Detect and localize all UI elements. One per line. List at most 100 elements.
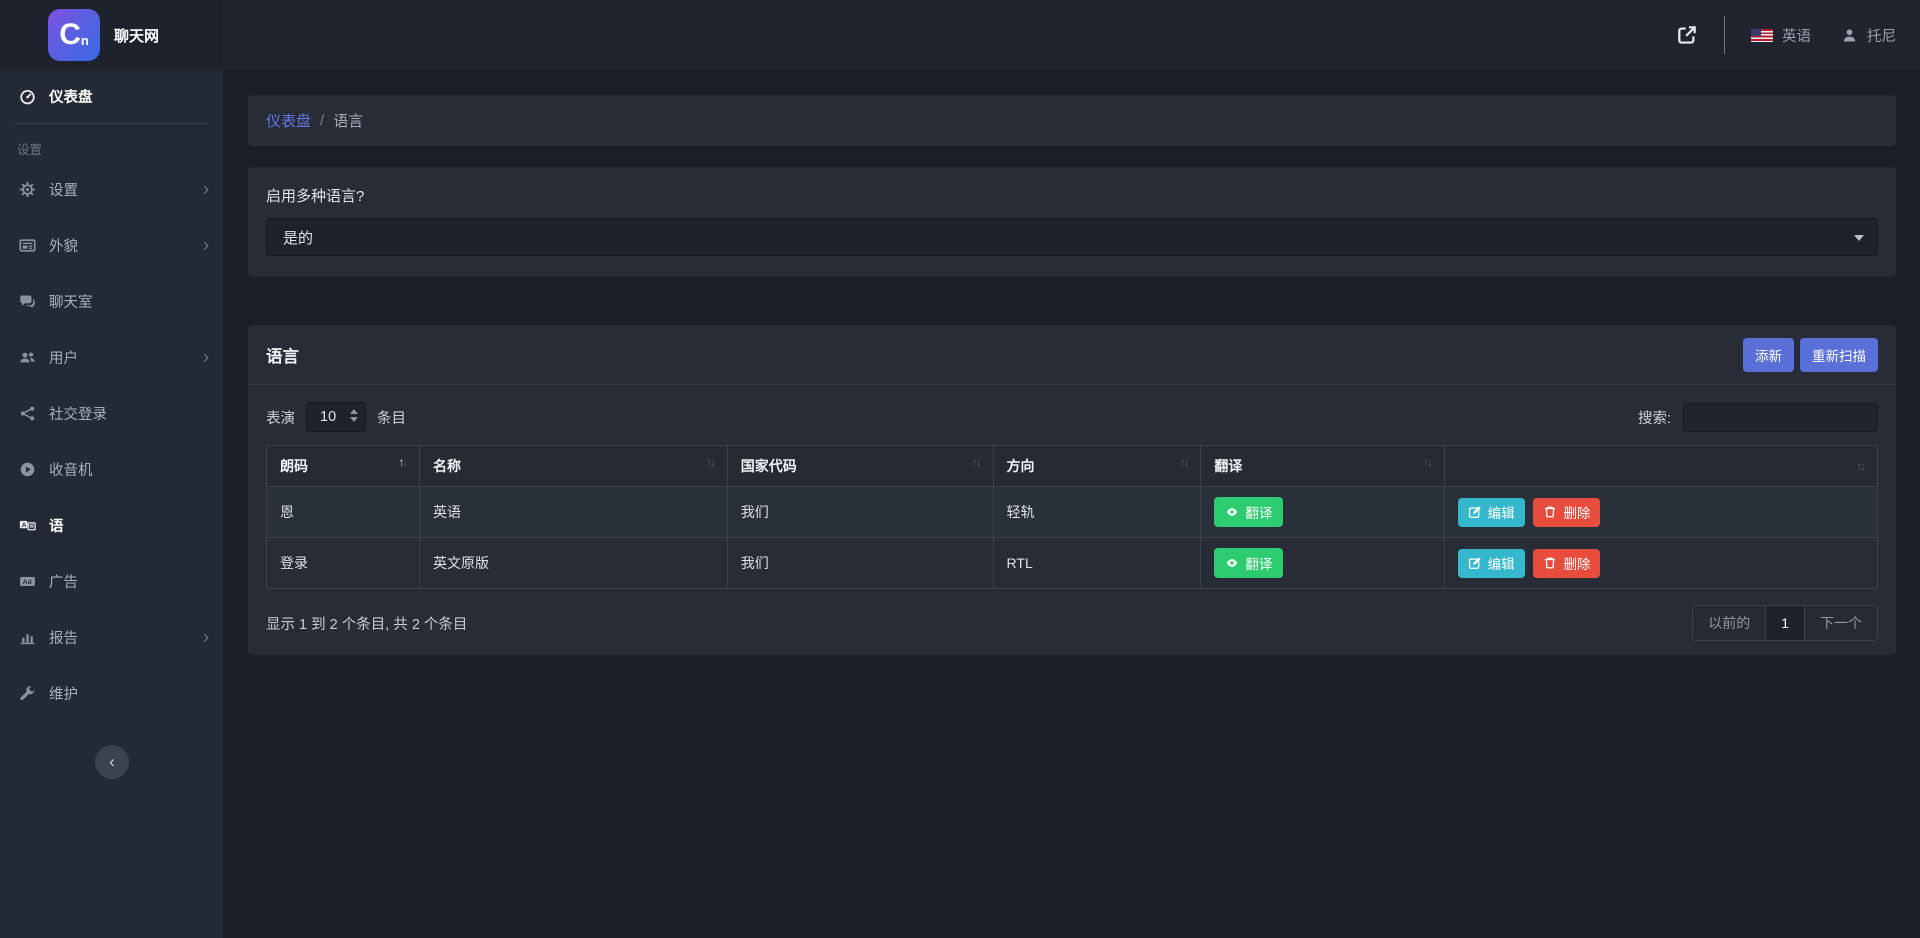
sidebar: Cn 聊天网 仪表盘 设置 设置 › 外貌 › xyxy=(0,0,223,938)
breadcrumb: 仪表盘 / 语言 xyxy=(248,95,1896,146)
breadcrumb-home-link[interactable]: 仪表盘 xyxy=(266,110,311,131)
pagination: 以前的 1 下一个 xyxy=(1692,605,1878,641)
topbar: 英语 托尼 xyxy=(223,0,1920,70)
chevron-right-icon: › xyxy=(203,348,209,366)
gear-icon xyxy=(19,181,36,198)
user-menu-label: 托尼 xyxy=(1867,25,1896,46)
sidebar-item-settings[interactable]: 设置 › xyxy=(0,161,223,217)
table-row: 登录 英文原版 我们 RTL 翻译 编辑 删除 xyxy=(267,538,1878,589)
pagination-next[interactable]: 下一个 xyxy=(1804,606,1877,640)
sidebar-item-dashboard[interactable]: 仪表盘 xyxy=(0,70,223,122)
column-header-name[interactable]: 名称↑↓ xyxy=(420,446,728,487)
chat-icon xyxy=(19,293,36,310)
search-input[interactable] xyxy=(1683,403,1878,432)
sidebar-nav: 仪表盘 设置 设置 › 外貌 › 聊天室 xyxy=(0,70,223,938)
main-area: 英语 托尼 仪表盘 / 语言 启用多种语言? 是的 语言 添新 重新扫 xyxy=(223,0,1920,938)
app-logo: Cn xyxy=(48,9,100,61)
multilanguage-question-label: 启用多种语言? xyxy=(266,185,1878,206)
column-header-actions[interactable]: ↑↓ xyxy=(1444,446,1877,487)
column-header-direction[interactable]: 方向↑↓ xyxy=(993,446,1201,487)
translate-button[interactable]: 翻译 xyxy=(1214,548,1283,578)
add-new-button[interactable]: 添新 xyxy=(1743,338,1794,372)
sidebar-item-chatrooms[interactable]: 聊天室 xyxy=(0,273,223,329)
content: 仪表盘 / 语言 启用多种语言? 是的 语言 添新 重新扫描 表演 xyxy=(223,70,1920,938)
languages-panel-body: 表演 10 条目 搜索: xyxy=(248,385,1896,655)
chevron-right-icon: › xyxy=(203,180,209,198)
edit-button[interactable]: 编辑 xyxy=(1458,498,1525,527)
page-length-select[interactable]: 10 xyxy=(306,402,366,432)
user-menu[interactable]: 托尼 xyxy=(1841,25,1896,46)
sidebar-item-radio[interactable]: 收音机 xyxy=(0,441,223,497)
cell-name: 英语 xyxy=(420,487,728,538)
brand[interactable]: Cn 聊天网 xyxy=(0,0,223,70)
chevron-right-icon: › xyxy=(203,236,209,254)
edit-button[interactable]: 编辑 xyxy=(1458,549,1525,578)
sidebar-divider xyxy=(14,123,209,124)
cell-code: 恩 xyxy=(267,487,420,538)
sidebar-item-maintenance[interactable]: 维护 xyxy=(0,665,223,721)
breadcrumb-separator: / xyxy=(320,112,324,129)
play-circle-icon xyxy=(19,461,36,478)
sidebar-item-label: 语 xyxy=(49,515,209,536)
sort-icon: ↑↓ xyxy=(1180,457,1188,469)
stepper-icon xyxy=(350,409,358,422)
sidebar-item-label: 收音机 xyxy=(49,459,209,480)
edit-icon xyxy=(1468,556,1482,570)
sidebar-item-label: 社交登录 xyxy=(49,403,209,424)
cell-translate: 翻译 xyxy=(1201,538,1444,589)
page-length-value: 10 xyxy=(320,409,336,425)
multilanguage-select[interactable]: 是的 xyxy=(266,218,1878,256)
edit-icon xyxy=(1468,505,1482,519)
us-flag-icon xyxy=(1751,29,1773,42)
sidebar-collapse-button[interactable]: ‹ xyxy=(95,745,129,779)
sort-icon: ↑↓ xyxy=(1857,461,1865,473)
sidebar-item-reports[interactable]: 报告 › xyxy=(0,609,223,665)
svg-text:Ad: Ad xyxy=(23,578,32,585)
column-header-country-code[interactable]: 国家代码↑↓ xyxy=(727,446,993,487)
caret-down-icon xyxy=(1854,235,1864,241)
eye-icon xyxy=(1225,556,1239,570)
table-header-row: 朗码↑↓ 名称↑↓ 国家代码↑↓ 方向↑↓ 翻译↑↓ ↑↓ xyxy=(267,446,1878,487)
sort-icon: ↑↓ xyxy=(1423,457,1431,469)
ad-icon: Ad xyxy=(19,573,36,590)
svg-text:A: A xyxy=(22,521,27,528)
users-icon xyxy=(19,349,36,366)
cell-actions: 编辑 删除 xyxy=(1444,487,1877,538)
trash-icon xyxy=(1543,556,1557,570)
pagination-previous[interactable]: 以前的 xyxy=(1693,606,1765,640)
column-header-translate[interactable]: 翻译↑↓ xyxy=(1201,446,1444,487)
pagination-page-1[interactable]: 1 xyxy=(1765,606,1804,640)
sort-icon: ↑↓ xyxy=(399,457,407,469)
trash-icon xyxy=(1543,505,1557,519)
sidebar-item-appearance[interactable]: 外貌 › xyxy=(0,217,223,273)
sidebar-item-social-login[interactable]: 社交登录 xyxy=(0,385,223,441)
translate-button[interactable]: 翻译 xyxy=(1214,497,1283,527)
topbar-divider xyxy=(1724,16,1725,54)
cell-code: 登录 xyxy=(267,538,420,589)
rescan-button[interactable]: 重新扫描 xyxy=(1800,338,1878,372)
sidebar-section-label: 设置 xyxy=(17,139,223,158)
language-icon: A xyxy=(19,517,36,534)
page-length-suffix: 条目 xyxy=(377,407,406,428)
table-row: 恩 英语 我们 轻轨 翻译 编辑 删除 xyxy=(267,487,1878,538)
table-controls: 表演 10 条目 搜索: xyxy=(266,402,1878,432)
appearance-icon xyxy=(19,237,36,254)
column-header-code[interactable]: 朗码↑↓ xyxy=(267,446,420,487)
cell-direction: RTL xyxy=(993,538,1201,589)
multilanguage-form-panel: 启用多种语言? 是的 xyxy=(248,167,1896,277)
chevron-right-icon: › xyxy=(203,628,209,646)
delete-button[interactable]: 删除 xyxy=(1533,498,1600,527)
delete-button[interactable]: 删除 xyxy=(1533,549,1600,578)
sidebar-item-ads[interactable]: Ad 广告 xyxy=(0,553,223,609)
external-link-button[interactable] xyxy=(1676,24,1698,46)
cell-actions: 编辑 删除 xyxy=(1444,538,1877,589)
logo-letter: C xyxy=(59,20,81,50)
sidebar-item-label: 报告 xyxy=(49,627,203,648)
sidebar-item-label: 广告 xyxy=(49,571,209,592)
sidebar-item-language[interactable]: A 语 xyxy=(0,497,223,553)
sidebar-item-label: 聊天室 xyxy=(49,291,209,312)
gauge-icon xyxy=(19,88,36,105)
app-title: 聊天网 xyxy=(114,25,159,46)
language-menu[interactable]: 英语 xyxy=(1751,25,1811,46)
sidebar-item-users[interactable]: 用户 › xyxy=(0,329,223,385)
